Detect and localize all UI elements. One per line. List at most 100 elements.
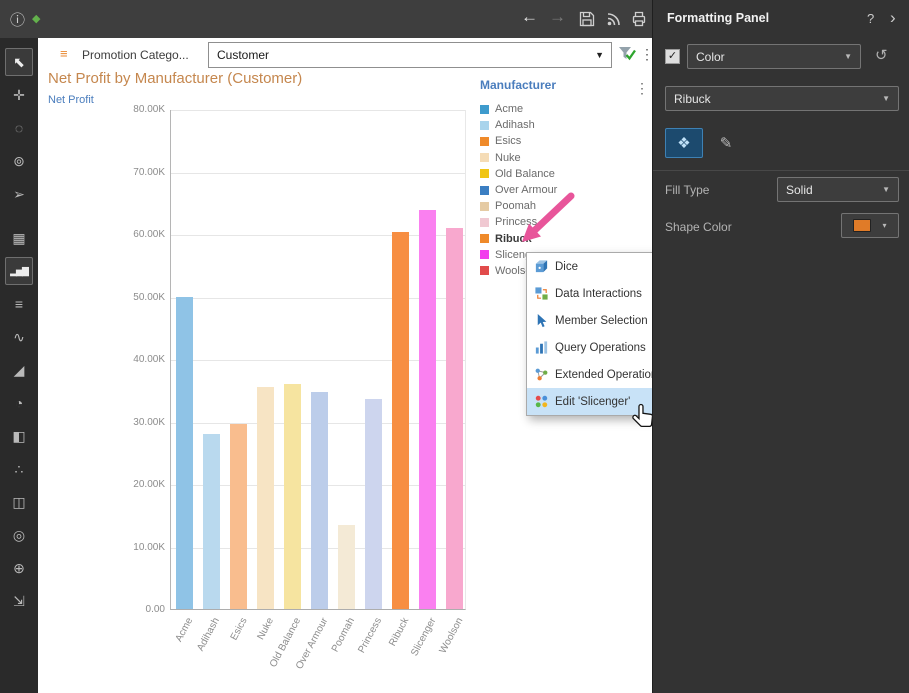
shape-color-picker[interactable]: ▾ <box>841 213 899 238</box>
chevron-down-icon: ▾ <box>882 221 886 230</box>
text-visual-tool[interactable]: ≡ <box>5 290 33 318</box>
context-menu-item-label: Query Operations <box>555 342 652 354</box>
bar-ribuck[interactable] <box>392 232 409 610</box>
zoom-region-tool[interactable]: ⊚ <box>5 147 33 175</box>
map-visual-tool[interactable]: ⊕ <box>5 554 33 582</box>
legend-item-ribuck[interactable]: Ribuck <box>480 231 650 247</box>
filterbar-kebab-menu[interactable]: ⋮ <box>640 46 652 63</box>
legend-swatch <box>480 105 489 114</box>
select-tool[interactable]: ⬉ <box>5 48 33 76</box>
legend-item-over-armour[interactable]: Over Armour <box>480 182 650 198</box>
query-operations-icon <box>534 340 555 356</box>
y-tick-label: 50.00K <box>115 292 165 303</box>
context-menu-item-query-operations[interactable]: Query Operations▸ <box>527 334 652 361</box>
context-menu-item-extended-operations[interactable]: Extended Operations▸ <box>527 361 652 388</box>
y-tick-label: 0.00 <box>115 604 165 615</box>
format-tab[interactable]: ❖ <box>665 128 703 158</box>
back-button[interactable]: ← <box>521 7 538 27</box>
publish-button[interactable] <box>605 10 623 28</box>
chevron-down-icon: ▼ <box>844 52 852 61</box>
property-dropdown[interactable]: Color ▼ <box>687 44 861 69</box>
reset-icon[interactable]: ↺ <box>875 46 888 64</box>
collapse-panel-icon[interactable]: › <box>890 8 896 28</box>
x-tick-label: Slicenger <box>409 616 438 658</box>
legend-label: Poomah <box>495 200 536 212</box>
brush-tab[interactable]: ✎ <box>707 128 745 158</box>
scatter-visual-tool[interactable]: ∴ <box>5 455 33 483</box>
legend-item-adihash[interactable]: Adihash <box>480 117 650 133</box>
x-tick-label: Ribuck <box>387 616 411 648</box>
line-chart-visual-tool[interactable]: ∿ <box>5 323 33 351</box>
pie-chart-visual-tool[interactable]: ◔ <box>5 389 33 417</box>
chart-title: Net Profit by Manufacturer (Customer) <box>48 70 302 87</box>
bar-old-balance[interactable] <box>284 384 301 609</box>
bar-adihash[interactable] <box>203 434 220 609</box>
bar-poomah[interactable] <box>338 525 355 609</box>
legend-item-poomah[interactable]: Poomah <box>480 198 650 214</box>
context-menu-item-label: Edit 'Slicenger' <box>555 396 652 408</box>
print-button[interactable] <box>630 10 648 28</box>
gauge-visual-tool[interactable]: ◎ <box>5 521 33 549</box>
data-interactions-icon <box>534 286 555 302</box>
parameter-icon: ≡ <box>60 46 68 61</box>
target-element-value: Ribuck <box>674 92 711 106</box>
pointer-action-tool[interactable]: ➢ <box>5 180 33 208</box>
treemap-visual-tool[interactable]: ◫ <box>5 488 33 516</box>
bar-chart-visual-tool[interactable]: ▂▅▇ <box>5 257 33 285</box>
lasso-select-tool[interactable]: ◌ <box>5 114 33 142</box>
forward-button[interactable]: → <box>549 7 566 27</box>
image-visual-tool[interactable]: ⇲ <box>5 587 33 615</box>
titlebar: ⓘ ◆ In-Memory DB \ Standard Sales \ Sale… <box>0 0 652 38</box>
x-tick-label: Esics <box>228 616 249 642</box>
context-menu-item-edit-slicenger[interactable]: Edit 'Slicenger' <box>527 388 652 415</box>
bar-nuke[interactable] <box>257 387 274 609</box>
x-tick-label: Poomah <box>330 616 357 654</box>
fill-type-value: Solid <box>786 183 813 197</box>
bar-princess[interactable] <box>365 399 382 609</box>
printer-icon <box>630 10 648 28</box>
context-menu-item-dice[interactable]: Dice▸ <box>527 253 652 280</box>
info-icon[interactable]: ⓘ <box>10 9 25 30</box>
bar-esics[interactable] <box>230 424 247 609</box>
area-chart-visual-tool[interactable]: ◢ <box>5 356 33 384</box>
y-tick-label: 80.00K <box>115 104 165 115</box>
context-menu-item-label: Extended Operations <box>555 369 652 381</box>
legend-item-old-balance[interactable]: Old Balance <box>480 166 650 182</box>
area-chart-visual-tool-icon: ◢ <box>14 362 25 379</box>
chevron-down-icon: ▼ <box>882 185 890 194</box>
pan-tool-icon: ✛ <box>13 87 25 104</box>
x-tick-label: Princess <box>356 616 384 655</box>
bar-acme[interactable] <box>176 297 193 610</box>
legend-item-acme[interactable]: Acme <box>480 101 650 117</box>
save-button[interactable] <box>578 10 596 28</box>
legend-item-esics[interactable]: Esics <box>480 133 650 149</box>
help-icon[interactable]: ? <box>867 11 874 26</box>
bar-woolson[interactable] <box>446 228 463 609</box>
legend-item-princess[interactable]: Princess <box>480 214 650 230</box>
context-menu-item-member-selection[interactable]: Member Selection▸ <box>527 307 652 334</box>
label-visual-tool[interactable]: ◧ <box>5 422 33 450</box>
target-element-dropdown[interactable]: Ribuck ▼ <box>665 86 899 111</box>
parameter-label: Promotion Catego... <box>82 48 189 62</box>
legend-item-nuke[interactable]: Nuke <box>480 150 650 166</box>
context-menu-item-label: Member Selection <box>555 315 652 327</box>
formatting-panel: Formatting Panel ? › ✓ Color ▼ ↺ Ribuck … <box>652 0 909 693</box>
parameter-dropdown[interactable]: Customer ▼ <box>208 42 612 68</box>
dice-icon <box>534 259 555 275</box>
x-tick-label: Nuke <box>256 616 277 642</box>
property-checkbox[interactable]: ✓ <box>665 49 680 64</box>
filter-icon[interactable] <box>617 45 636 64</box>
plot-area: 80.00K70.00K60.00K50.00K40.00K30.00K20.0… <box>170 110 466 610</box>
pan-tool[interactable]: ✛ <box>5 81 33 109</box>
chevron-down-icon: ▼ <box>882 94 890 103</box>
context-menu-item-data-interactions[interactable]: Data Interactions▸ <box>527 280 652 307</box>
y-tick-label: 20.00K <box>115 479 165 490</box>
bar-slicenger[interactable] <box>419 210 436 609</box>
legend-swatch <box>480 266 489 275</box>
bar-over-armour[interactable] <box>311 392 328 609</box>
fill-type-dropdown[interactable]: Solid ▼ <box>777 177 899 202</box>
save-icon <box>578 10 596 28</box>
table-visual-tool[interactable]: ▦ <box>5 224 33 252</box>
gridline <box>171 110 465 111</box>
legend-label: Nuke <box>495 152 521 164</box>
